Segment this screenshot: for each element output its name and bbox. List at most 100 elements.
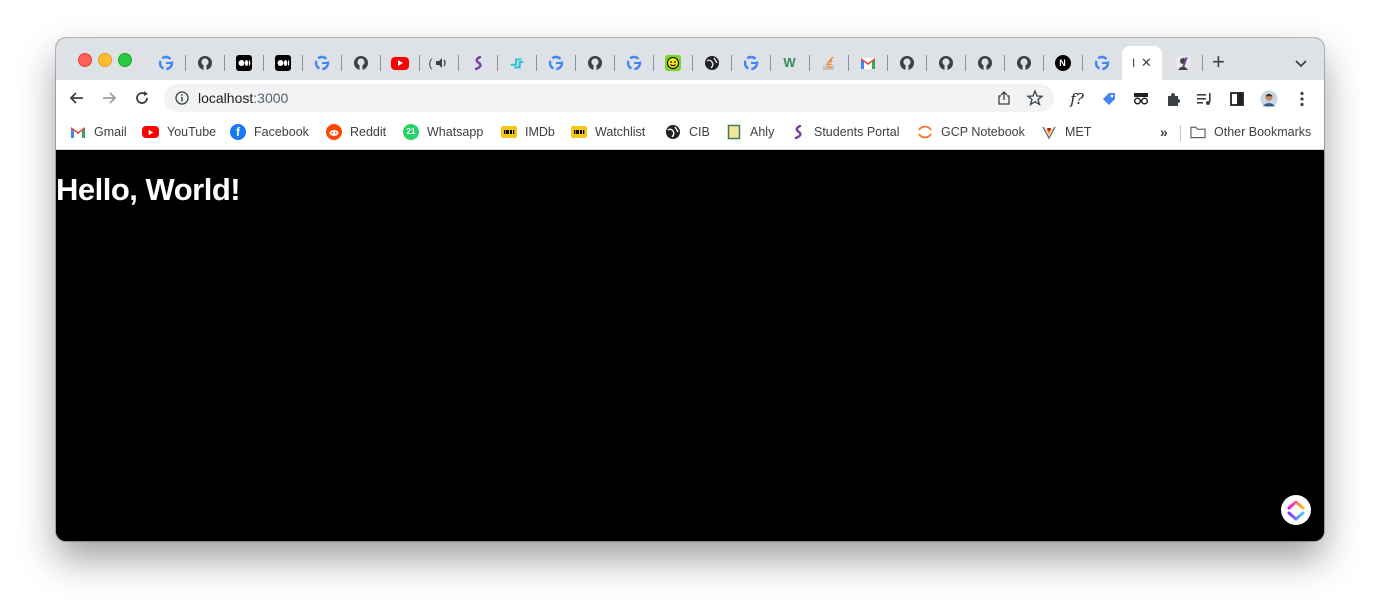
met-icon [1041,124,1057,140]
bookmarks-divider [1180,125,1181,141]
bookmark-students-portal[interactable]: Students Portal [790,124,899,140]
bookmark-met[interactable]: MET [1041,124,1091,140]
bookmark-youtube[interactable]: YouTube [142,124,216,140]
bookmark-cib[interactable]: CIB [665,124,710,140]
stackoverflow-icon [821,55,837,71]
tab[interactable] [692,46,731,80]
reddit-icon [326,124,342,140]
close-window-button[interactable] [78,53,92,67]
imdb-icon [501,126,517,138]
tab[interactable]: ( [419,46,458,80]
bookmark-whatsapp[interactable]: 21 Whatsapp [403,124,483,140]
tab[interactable] [185,46,224,80]
other-bookmarks-folder[interactable]: Other Bookmarks [1190,124,1311,140]
tab[interactable] [965,46,1004,80]
forward-button[interactable] [100,89,118,107]
tab[interactable] [1163,46,1202,80]
google-icon [743,55,759,71]
incognito-icon[interactable] [1132,90,1150,108]
tab[interactable]: N [1043,46,1082,80]
github-icon [587,55,603,71]
page-heading: Hello, World! [56,172,241,207]
bookmark-star-icon[interactable] [1026,89,1044,112]
new-tab-button[interactable]: + [1212,51,1225,73]
playlist-icon[interactable] [1196,90,1214,108]
tab[interactable] [302,46,341,80]
bookmark-watchlist[interactable]: Watchlist [571,124,645,140]
tab[interactable] [341,46,380,80]
fx-icon[interactable]: f? [1068,90,1086,108]
chevron-down-icon [1295,60,1307,68]
bookmark-imdb[interactable]: IMDb [501,124,555,140]
share-icon[interactable] [996,90,1012,111]
tab[interactable] [887,46,926,80]
tab[interactable] [731,46,770,80]
bookmark-ahly[interactable]: Ahly [726,124,774,140]
tag-icon[interactable] [1100,90,1118,108]
github-icon [197,55,213,71]
tab[interactable] [146,46,185,80]
youtube-icon [142,126,159,138]
profile-avatar-icon[interactable] [1260,90,1278,108]
medium-icon [235,55,252,71]
browser-window: (W N l ✕ + localhost:3000 f? Gmail YouT… [56,38,1324,541]
close-tab-icon[interactable]: ✕ [1141,55,1152,71]
github-icon [1016,55,1032,71]
tab[interactable] [1004,46,1043,80]
maximize-window-button[interactable] [118,53,132,67]
google-icon [548,55,564,71]
bookmark-gmail[interactable]: Gmail [70,124,127,140]
back-button[interactable] [68,89,86,107]
bookmarks-overflow-button[interactable]: » [1160,124,1168,140]
tab[interactable] [263,46,302,80]
tab[interactable] [809,46,848,80]
gmail-icon [860,55,876,71]
tab-active[interactable]: l ✕ [1122,46,1162,80]
info-icon[interactable] [174,90,190,111]
tab[interactable] [224,46,263,80]
imdb-icon [571,126,587,138]
sidepanel-icon[interactable] [1228,90,1246,108]
tab-search-button[interactable] [1294,56,1308,74]
github-icon [977,55,993,71]
kebab-menu-icon[interactable] [1293,90,1311,108]
facebook-icon: f [230,124,246,140]
google-icon [158,55,174,71]
google-icon [1094,55,1110,71]
tab[interactable] [575,46,614,80]
bookmarks-bar: Gmail YouTube f Facebook Reddit 21 Whats… [56,116,1324,150]
puzzle-icon[interactable] [1164,90,1182,108]
google-icon [314,55,330,71]
clickup-widget-button[interactable] [1281,495,1311,525]
audio-playing-icon [433,55,449,71]
tab[interactable] [926,46,965,80]
flow-icon [509,55,525,71]
clickup-icon [1287,500,1305,521]
tab[interactable] [614,46,653,80]
tab[interactable] [497,46,536,80]
page-content: Hello, World! [56,150,1324,541]
tab[interactable] [848,46,887,80]
github-icon [899,55,915,71]
whatsapp-icon: 21 [403,124,419,140]
gmail-icon [70,124,86,140]
students-portal-icon [790,124,806,140]
bookmark-facebook[interactable]: f Facebook [230,124,309,140]
tab[interactable] [653,46,692,80]
url-text[interactable]: localhost:3000 [198,90,288,106]
globe-icon [704,55,720,71]
tab[interactable]: W [770,46,809,80]
minimize-window-button[interactable] [98,53,112,67]
tab[interactable] [380,46,419,80]
bookmark-gcp-notebook[interactable]: GCP Notebook [917,124,1025,140]
medium-icon [274,55,291,71]
reload-button[interactable] [133,89,151,107]
github-icon [938,55,954,71]
reload-icon [136,91,148,104]
bookmark-reddit[interactable]: Reddit [326,124,386,140]
tab[interactable] [1082,46,1121,80]
ahly-icon [726,124,742,140]
tab[interactable] [536,46,575,80]
address-bar[interactable]: localhost:3000 [164,84,1054,112]
tab[interactable] [458,46,497,80]
